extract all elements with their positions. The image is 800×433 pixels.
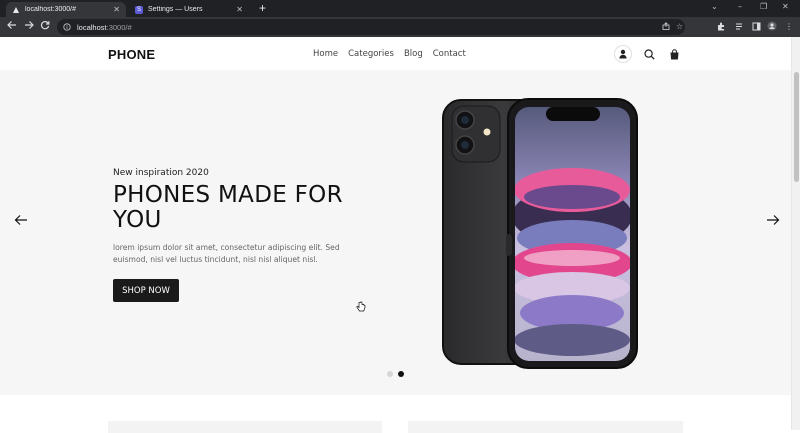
tab-close-icon[interactable]: ✕ (236, 5, 243, 14)
extensions-puzzle-icon[interactable] (716, 21, 726, 31)
nav-home[interactable]: Home (313, 49, 338, 59)
user-account-icon[interactable] (614, 45, 632, 63)
browser-tab-active[interactable]: localhost:3000/# ✕ (6, 2, 126, 17)
nav-blog[interactable]: Blog (404, 49, 423, 59)
slider-dot-2[interactable] (398, 371, 404, 377)
share-icon[interactable] (662, 22, 670, 32)
url-host: localhost (77, 22, 107, 32)
tab-close-icon[interactable]: ✕ (113, 5, 120, 14)
playlist-icon[interactable] (734, 21, 744, 31)
maximize-button[interactable]: ❐ (760, 2, 767, 11)
tab-search-chevron-icon[interactable]: ⌄ (711, 2, 718, 11)
slider-dots (387, 371, 404, 377)
sidebar-icon[interactable] (751, 21, 761, 31)
hero-eyebrow: New inspiration 2020 (113, 168, 209, 178)
reload-icon[interactable] (40, 20, 50, 33)
info-icon (63, 23, 71, 31)
minimize-button[interactable]: – (738, 2, 742, 11)
nav-contact[interactable]: Contact (433, 49, 466, 59)
page-scrollbar[interactable] (791, 37, 800, 430)
browser-toolbar: localhost:3000/# ☆ 29 ⋮ (0, 17, 800, 51)
new-tab-button[interactable]: + (259, 1, 266, 15)
profile-avatar-icon[interactable] (767, 21, 777, 31)
slider-prev-arrow-icon[interactable] (14, 212, 28, 226)
forward-arrow-icon[interactable] (24, 20, 34, 33)
nav-categories[interactable]: Categories (348, 49, 394, 59)
product-card[interactable] (108, 421, 382, 433)
hand-cursor-icon (356, 301, 366, 312)
tab-title: localhost:3000/# (25, 6, 76, 13)
browser-tab-bar: localhost:3000/# ✕ S Settings — Users ✕ … (0, 0, 800, 17)
hero-slider: New inspiration 2020 PHONES MADE FOR YOU… (0, 70, 791, 395)
product-card[interactable] (408, 421, 683, 433)
product-cards-row (0, 395, 791, 433)
hero-headline: PHONES MADE FOR YOU (113, 182, 343, 233)
menu-more-icon[interactable]: ⋮ (784, 21, 794, 31)
shop-now-button[interactable]: SHOP NOW (113, 279, 179, 302)
settings-favicon-icon: S (135, 5, 143, 14)
shopping-bag-icon[interactable] (665, 45, 683, 63)
search-icon[interactable] (640, 45, 658, 63)
site-logo[interactable]: PHONE (108, 47, 155, 62)
iphone-product-image (442, 98, 638, 369)
slider-dot-1[interactable] (387, 371, 393, 377)
address-bar[interactable]: localhost:3000/# (57, 19, 685, 35)
localhost-favicon-icon (12, 6, 20, 14)
main-nav: Home Categories Blog Contact (313, 49, 466, 59)
web-page: PHONE Home Categories Blog Contact New i… (0, 37, 800, 433)
url-path: :3000/# (106, 22, 132, 32)
bookmark-star-icon[interactable]: ☆ (676, 22, 683, 31)
scrollbar-thumb[interactable] (794, 72, 799, 182)
hero-description: lorem ipsum dolor sit amet, consectetur … (113, 243, 340, 264)
slider-next-arrow-icon[interactable] (766, 212, 780, 226)
site-header: PHONE Home Categories Blog Contact (0, 37, 791, 70)
close-window-button[interactable]: ✕ (782, 2, 789, 11)
back-arrow-icon[interactable] (7, 20, 17, 33)
browser-tab-inactive[interactable]: S Settings — Users ✕ (129, 2, 249, 17)
tab-title: Settings — Users (148, 6, 203, 13)
